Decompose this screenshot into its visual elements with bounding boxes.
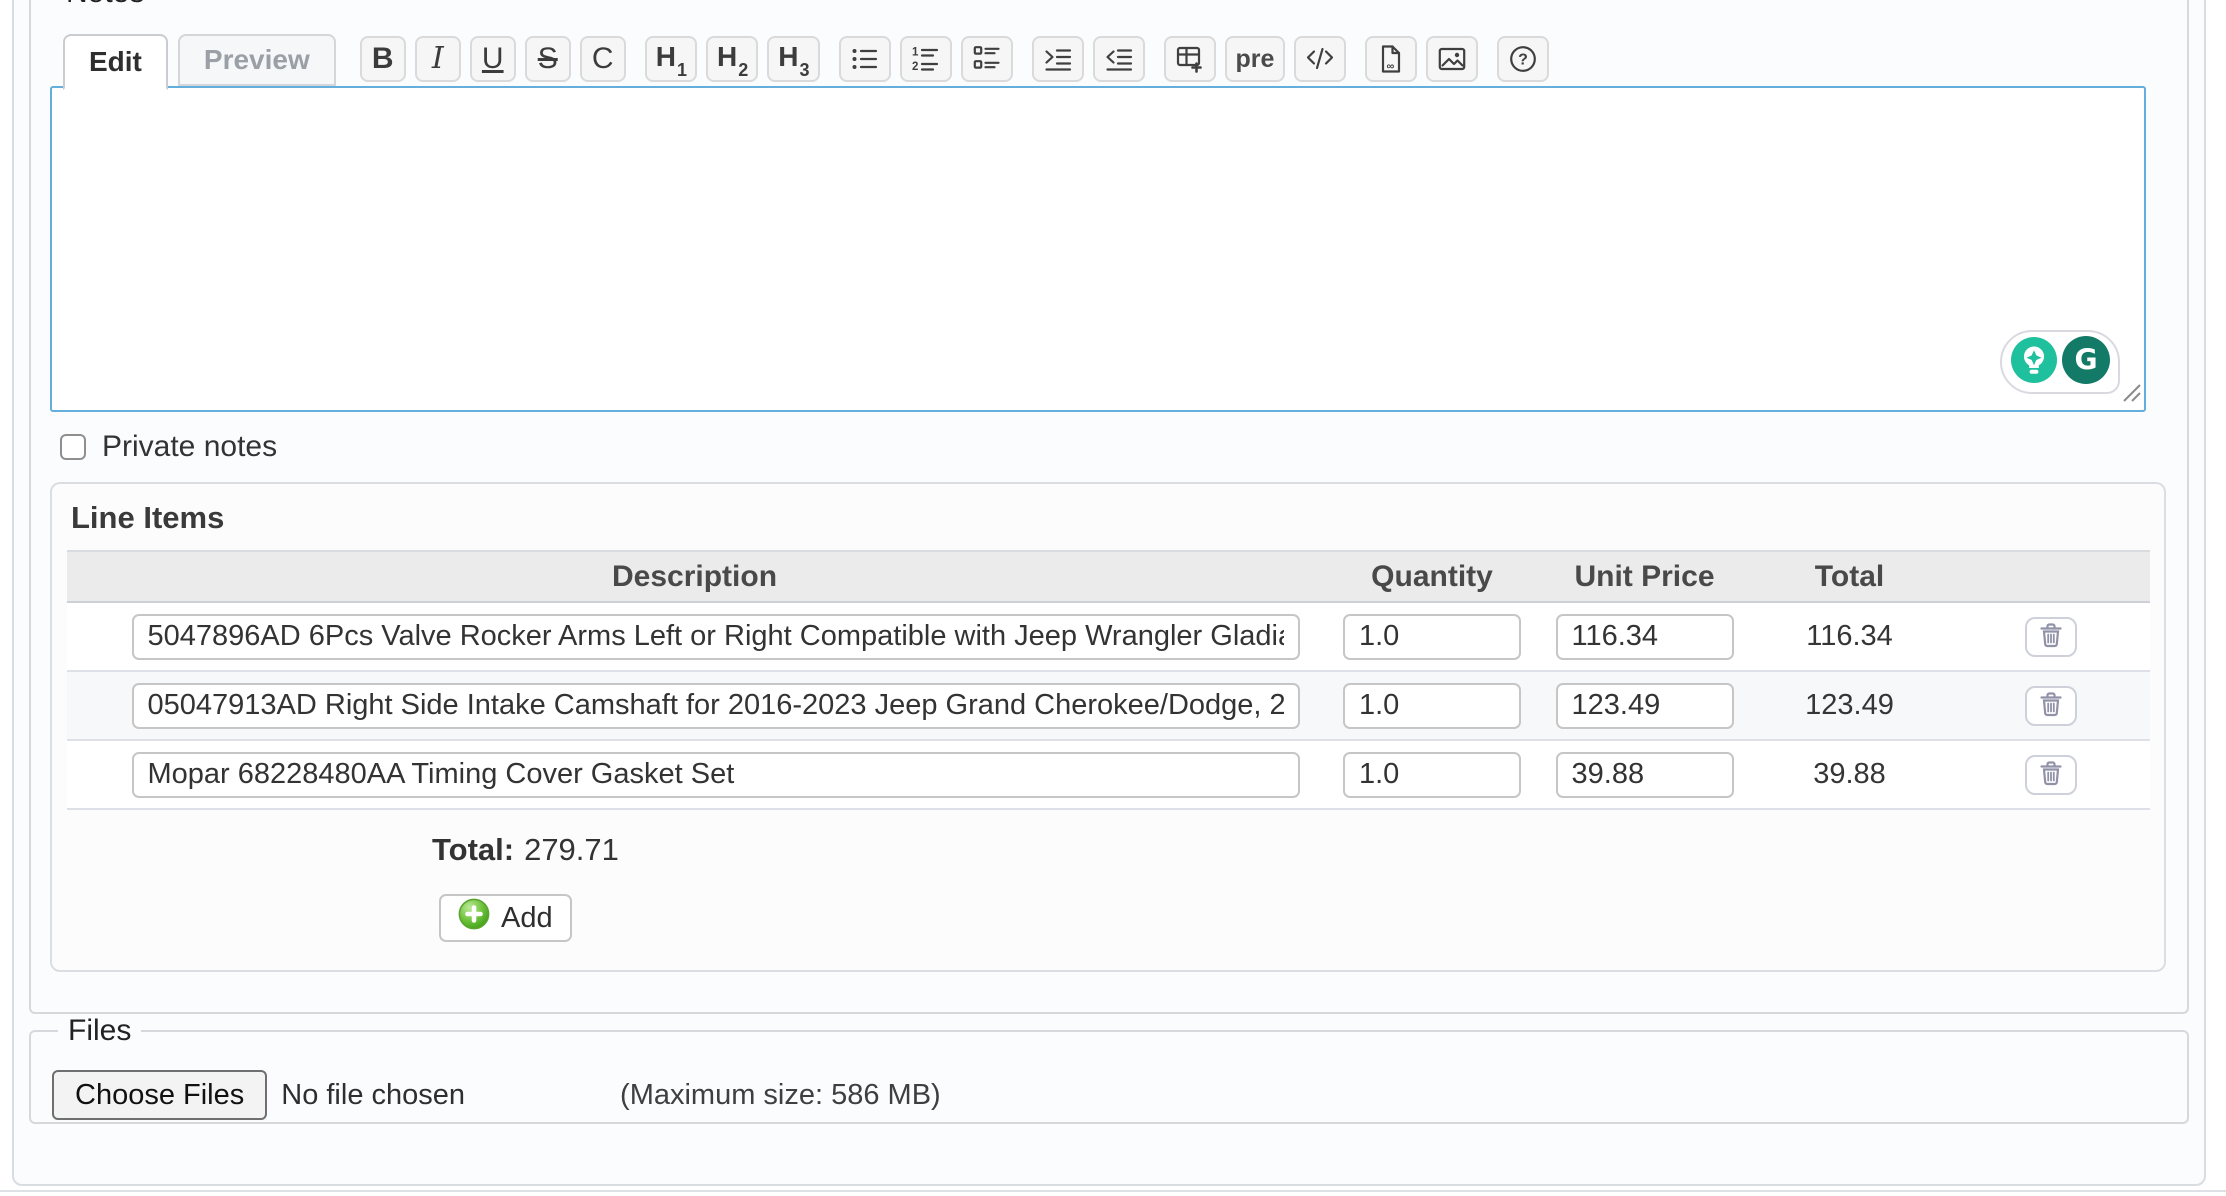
unit-price-input[interactable]	[1556, 683, 1734, 729]
svg-text:G: G	[2074, 343, 2097, 376]
toolbar-button-group: ∞	[1365, 36, 1478, 82]
quantity-input[interactable]	[1343, 752, 1521, 798]
insert-table-button[interactable]	[1164, 36, 1216, 82]
line-items-table: Description Quantity Unit Price Total	[67, 550, 2150, 810]
outdent-button[interactable]	[1093, 36, 1145, 82]
description-input[interactable]	[132, 683, 1300, 729]
line-item-row: 39.88	[67, 740, 2150, 809]
files-fieldset: Files Choose Files No file chosen (Maxim…	[29, 1014, 2189, 1124]
tab-preview[interactable]: Preview	[178, 34, 336, 86]
notes-textarea-wrap: G	[50, 86, 2146, 412]
preformatted-button[interactable]: pre	[1225, 36, 1286, 82]
code-block-button[interactable]	[1294, 36, 1346, 82]
notes-editor: Edit Preview BIUSCH1H2H312pre∞?	[50, 30, 2167, 412]
toolbar-button-group: 12	[839, 36, 1013, 82]
grammarly-suggestion-bulb-icon[interactable]	[2011, 337, 2057, 388]
choose-files-label: Choose Files	[75, 1079, 244, 1111]
quantity-input[interactable]	[1343, 614, 1521, 660]
ordered-list-button[interactable]: 12	[900, 36, 952, 82]
quantity-input[interactable]	[1343, 683, 1521, 729]
trash-icon	[2036, 758, 2066, 791]
add-plus-icon	[458, 898, 490, 938]
column-header-quantity: Quantity	[1322, 551, 1542, 602]
delete-line-item-button[interactable]	[2025, 617, 2077, 657]
toolbar-button-group: BIUSC	[360, 36, 626, 82]
notes-legend: Notes	[56, 0, 154, 10]
choose-files-button[interactable]: Choose Files	[52, 1070, 267, 1120]
unit-price-input[interactable]	[1556, 614, 1734, 660]
main-container: Notes Edit Preview BIUSCH1H2H312pre∞?	[12, 0, 2206, 1186]
svg-text:1: 1	[912, 47, 919, 59]
heading2-button[interactable]: H2	[706, 36, 758, 82]
unit-price-input[interactable]	[1556, 752, 1734, 798]
files-legend: Files	[58, 1014, 141, 1048]
indent-button[interactable]	[1032, 36, 1084, 82]
heading1-button[interactable]: H1	[645, 36, 697, 82]
underline-button[interactable]: U	[470, 36, 516, 82]
bottom-divider	[0, 1190, 2226, 1192]
tab-edit[interactable]: Edit	[63, 34, 168, 90]
line-items-panel: Line Items Description Quantity Unit Pri…	[50, 482, 2166, 972]
textarea-resize-handle[interactable]	[2120, 381, 2142, 408]
definition-list-button[interactable]	[961, 36, 1013, 82]
heading3-button[interactable]: H3	[767, 36, 819, 82]
column-header-total: Total	[1747, 551, 1952, 602]
notes-textarea[interactable]	[50, 86, 2146, 412]
help-button[interactable]: ?	[1497, 36, 1549, 82]
editor-tab-toolbar-row: Edit Preview BIUSCH1H2H312pre∞?	[50, 30, 2167, 88]
total-value: 279.71	[524, 832, 619, 867]
column-header-unit-price: Unit Price	[1542, 551, 1747, 602]
max-size-text: (Maximum size: 586 MB)	[620, 1079, 941, 1112]
line-total: 123.49	[1747, 671, 1952, 740]
delete-line-item-button[interactable]	[2025, 755, 2077, 795]
private-notes-row: Private notes	[60, 430, 2167, 464]
insert-image-button[interactable]	[1426, 36, 1478, 82]
inline-code-button[interactable]: C	[580, 36, 626, 82]
toolbar-button-group: H1H2H3	[645, 36, 820, 82]
private-notes-label: Private notes	[102, 430, 277, 464]
unordered-list-button[interactable]	[839, 36, 891, 82]
total-label: Total:	[432, 832, 514, 867]
add-line-item-button[interactable]: Add	[439, 894, 572, 942]
formatting-toolbar: BIUSCH1H2H312pre∞?	[360, 36, 1569, 82]
toolbar-button-group	[1032, 36, 1145, 82]
grammarly-widget[interactable]: G	[2000, 330, 2120, 394]
line-item-row: 116.34	[67, 602, 2150, 671]
bold-button[interactable]: B	[360, 36, 406, 82]
trash-icon	[2036, 689, 2066, 722]
notes-fieldset: Notes Edit Preview BIUSCH1H2H312pre∞?	[29, 0, 2189, 1014]
description-input[interactable]	[132, 614, 1300, 660]
add-button-label: Add	[501, 902, 553, 935]
no-file-chosen-text: No file chosen	[281, 1079, 465, 1112]
strikethrough-button[interactable]: S	[525, 36, 571, 82]
column-header-description: Description	[67, 551, 1322, 602]
toolbar-button-group: pre	[1164, 36, 1347, 82]
svg-text:?: ?	[1519, 52, 1529, 69]
line-total: 39.88	[1747, 740, 1952, 809]
toolbar-button-group: ?	[1497, 36, 1549, 82]
delete-line-item-button[interactable]	[2025, 686, 2077, 726]
column-header-actions	[1952, 551, 2150, 602]
line-total: 116.34	[1747, 602, 1952, 671]
line-items-title: Line Items	[71, 500, 2164, 536]
grammarly-logo-icon[interactable]: G	[2062, 336, 2110, 389]
private-notes-checkbox[interactable]	[60, 434, 86, 460]
line-item-row: 123.49	[67, 671, 2150, 740]
trash-icon	[2036, 620, 2066, 653]
line-items-total-row: Total: 279.71	[432, 832, 2164, 868]
description-input[interactable]	[132, 752, 1300, 798]
svg-text:∞: ∞	[1387, 61, 1395, 73]
svg-text:2: 2	[912, 61, 918, 73]
page: Notes Edit Preview BIUSCH1H2H312pre∞?	[0, 0, 2226, 1196]
attach-file-button[interactable]: ∞	[1365, 36, 1417, 82]
files-row: Choose Files No file chosen (Maximum siz…	[52, 1070, 2167, 1120]
line-items-header-row: Description Quantity Unit Price Total	[67, 551, 2150, 602]
italic-button[interactable]: I	[415, 36, 461, 82]
